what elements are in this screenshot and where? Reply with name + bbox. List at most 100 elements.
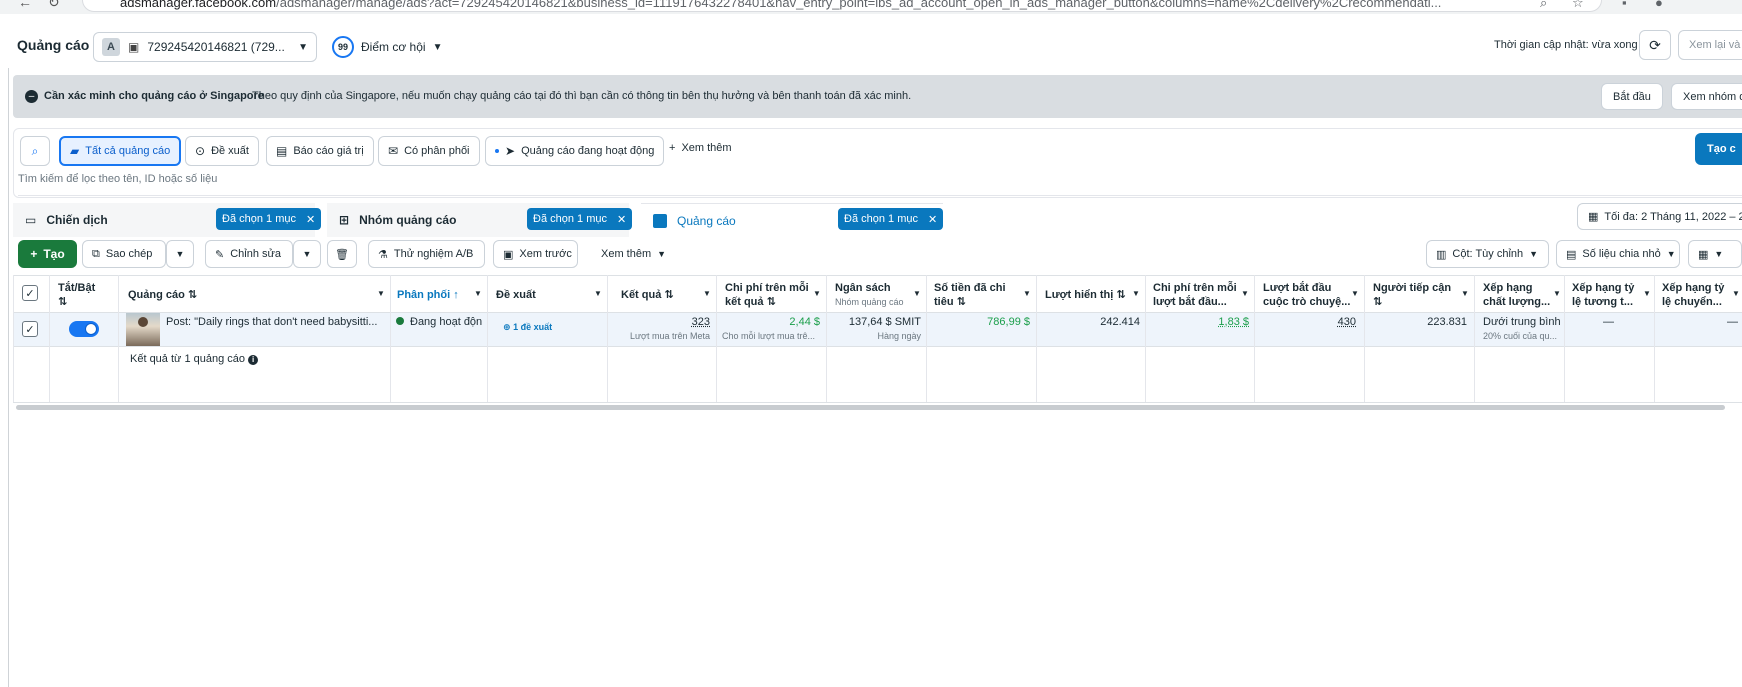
more-actions-button[interactable]: Xem thêm ▼ bbox=[601, 240, 666, 268]
date-range-picker[interactable]: ▦ Tối đa: 2 Tháng 11, 2022 – 2 T bbox=[1577, 203, 1742, 230]
delete-button[interactable]: 🗑 bbox=[327, 240, 357, 268]
filter-has-delivery[interactable]: ✉ Có phân phối bbox=[378, 136, 480, 166]
close-icon[interactable]: ✕ bbox=[306, 213, 315, 226]
chevron-down-icon[interactable]: ▼ bbox=[1241, 289, 1249, 298]
chevron-down-icon[interactable]: ▼ bbox=[1643, 289, 1651, 298]
columns-button[interactable]: ▥ Cột: Tùy chỉnh ▼ bbox=[1426, 240, 1549, 268]
start-button[interactable]: Bắt đầu bbox=[1601, 83, 1663, 110]
search-input[interactable]: Tìm kiếm để lọc theo tên, ID hoặc số liệ… bbox=[18, 173, 217, 185]
breakdown-button[interactable]: ▤ Số liệu chia nhỏ ▼ bbox=[1556, 240, 1680, 268]
row-checkbox[interactable]: ✓ bbox=[22, 321, 38, 337]
chevron-down-icon[interactable]: ▼ bbox=[813, 289, 821, 298]
plus-icon: + bbox=[669, 142, 676, 154]
chevron-down-icon[interactable]: ▼ bbox=[377, 289, 385, 298]
ad-name[interactable]: Post: "Daily rings that don't need babys… bbox=[166, 316, 377, 328]
folder-icon: ▭ bbox=[25, 213, 37, 227]
chevron-down-icon[interactable]: ▼ bbox=[913, 289, 921, 298]
chevron-down-icon[interactable]: ▼ bbox=[1023, 289, 1031, 298]
create-label: Tạo bbox=[43, 247, 65, 261]
edit-button[interactable]: ✎ Chỉnh sửa bbox=[205, 240, 293, 268]
sort-icon: ⇅ bbox=[956, 296, 966, 308]
header-cost-per-conversation[interactable]: Chi phí trên mỗi lượt bắt đầu... bbox=[1153, 281, 1237, 309]
header-amount-spent[interactable]: Số tiền đã chi tiêu ⇅ bbox=[934, 281, 1006, 309]
header-conversations-started[interactable]: Lượt bắt đầu cuộc trò chuyệ... bbox=[1263, 281, 1350, 309]
chevron-down-icon[interactable]: ▼ bbox=[1132, 289, 1140, 298]
chevron-down-icon[interactable]: ▼ bbox=[1461, 289, 1469, 298]
header-recommendation[interactable]: Đề xuất bbox=[496, 288, 536, 302]
summary-text: Kết quả từ 1 quảng cáo i bbox=[130, 353, 259, 365]
header-results[interactable]: Kết quả ⇅ bbox=[621, 288, 674, 302]
close-icon[interactable]: ✕ bbox=[928, 213, 937, 226]
filter-all-ads[interactable]: ▰ Tất cả quảng cáo bbox=[59, 136, 182, 166]
search-button[interactable]: ⌕ bbox=[20, 136, 50, 166]
select-all-checkbox[interactable]: ✓ bbox=[22, 285, 38, 301]
more-filters-label: Xem thêm bbox=[681, 142, 732, 154]
mail-icon: ✉ bbox=[388, 144, 399, 158]
adsets-selected-chip[interactable]: Đã chọn 1 mục ✕ bbox=[527, 208, 633, 230]
header-impressions[interactable]: Lượt hiển thị ⇅ bbox=[1045, 288, 1126, 302]
review-and-publish-button[interactable]: Xem lại và đ... bbox=[1678, 30, 1742, 60]
header-ad[interactable]: Quảng cáo ⇅ bbox=[128, 288, 197, 302]
ads-selected-chip[interactable]: Đã chọn 1 mục ✕ bbox=[838, 208, 944, 230]
impressions-value: 242.414 bbox=[1100, 316, 1140, 328]
header-quality-ranking[interactable]: Xếp hạng chất lượng... bbox=[1483, 281, 1550, 309]
divider bbox=[18, 195, 1742, 196]
chevron-down-icon[interactable]: ▼ bbox=[1553, 289, 1561, 298]
budget-value[interactable]: 137,64 $ SMIT bbox=[849, 316, 921, 328]
ad-toggle[interactable] bbox=[69, 321, 99, 337]
header-cost-per-result[interactable]: Chi phí trên mỗi kết quả ⇅ bbox=[725, 281, 809, 309]
pencil-icon: ✎ bbox=[215, 248, 225, 261]
edit-dropdown[interactable]: ▼ bbox=[293, 240, 321, 268]
chevron-down-icon[interactable]: ▼ bbox=[1732, 289, 1740, 298]
info-icon[interactable]: i bbox=[248, 355, 259, 365]
ab-test-button[interactable]: ⚗ Thử nghiệm A/B bbox=[368, 240, 485, 268]
results-value[interactable]: 323 bbox=[692, 316, 710, 328]
conversations-started-value[interactable]: 430 bbox=[1338, 316, 1356, 328]
more-filters-button[interactable]: + Xem thêm bbox=[669, 142, 732, 154]
ad-thumbnail[interactable] bbox=[126, 313, 160, 346]
opportunity-score-button[interactable]: 99 Điểm cơ hội ▼ bbox=[332, 36, 442, 58]
filter-value-reports[interactable]: ▤ Báo cáo giá trị bbox=[266, 136, 374, 166]
extension-icon[interactable]: ▪ bbox=[1622, 0, 1627, 10]
horizontal-scrollbar[interactable] bbox=[16, 405, 1725, 410]
sort-icon: ⇅ bbox=[766, 296, 776, 308]
profile-icon[interactable]: ● bbox=[1655, 0, 1663, 10]
header-toggle[interactable]: Tắt/Bật ⇅ bbox=[58, 281, 95, 309]
status-dot-icon bbox=[396, 317, 404, 325]
cost-per-conversation-value[interactable]: 1,83 $ bbox=[1218, 316, 1249, 328]
chevron-down-icon[interactable]: ▼ bbox=[474, 289, 482, 298]
create-view-button[interactable]: Tạo c bbox=[1695, 133, 1742, 165]
header-engagement-ranking[interactable]: Xếp hạng tỷ lệ tương t... bbox=[1572, 281, 1634, 309]
refresh-button[interactable]: ⟳ bbox=[1639, 30, 1671, 60]
header-reach[interactable]: Người tiếp cận ⇅ bbox=[1373, 281, 1451, 309]
account-selector[interactable]: A ▣ 729245420146821 (729... ▼ bbox=[93, 32, 317, 62]
chevron-down-icon[interactable]: ▼ bbox=[594, 289, 602, 298]
reports-button[interactable]: ▦ ▼ bbox=[1688, 240, 1742, 268]
search-icon[interactable]: ⌕ bbox=[1540, 0, 1547, 11]
cost-per-result-value: 2,44 $ bbox=[789, 316, 820, 328]
duplicate-button[interactable]: ⧉ Sao chép bbox=[82, 240, 166, 268]
quality-ranking-sub: 20% cuối của qu... bbox=[1483, 331, 1558, 341]
chevron-down-icon[interactable]: ▼ bbox=[1351, 289, 1359, 298]
recommendation-link[interactable]: ⊕ 1 đề xuất bbox=[503, 322, 552, 333]
header-budget[interactable]: Ngân sách Nhóm quảng cáo bbox=[835, 281, 904, 309]
header-conversion-ranking[interactable]: Xếp hạng tỷ lệ chuyển... bbox=[1662, 281, 1724, 309]
filter-suggestions[interactable]: ⊙ Đề xuất bbox=[185, 136, 259, 166]
send-icon: ➤ bbox=[505, 144, 516, 158]
plus-icon: + bbox=[30, 247, 38, 261]
close-icon[interactable]: ✕ bbox=[617, 213, 626, 226]
header-delivery[interactable]: Phân phối ↑ bbox=[397, 288, 459, 302]
filter-active-ads[interactable]: ➤ Quảng cáo đang hoạt động bbox=[485, 136, 665, 166]
star-icon[interactable]: ☆ bbox=[1572, 0, 1584, 11]
chevron-down-icon[interactable]: ▼ bbox=[703, 289, 711, 298]
preview-button[interactable]: ▣ Xem trước bbox=[493, 240, 578, 268]
campaigns-selected-chip[interactable]: Đã chọn 1 mục ✕ bbox=[216, 208, 322, 230]
view-adsets-button[interactable]: Xem nhóm q... bbox=[1671, 83, 1742, 110]
trash-icon: 🗑 bbox=[335, 248, 349, 261]
reload-icon[interactable]: ↻ bbox=[48, 0, 60, 11]
back-icon[interactable]: ← bbox=[18, 0, 32, 10]
create-button[interactable]: + Tạo bbox=[18, 240, 77, 268]
account-avatar: A bbox=[102, 38, 120, 56]
duplicate-dropdown[interactable]: ▼ bbox=[166, 240, 194, 268]
sort-icon: ⇅ bbox=[664, 289, 674, 301]
